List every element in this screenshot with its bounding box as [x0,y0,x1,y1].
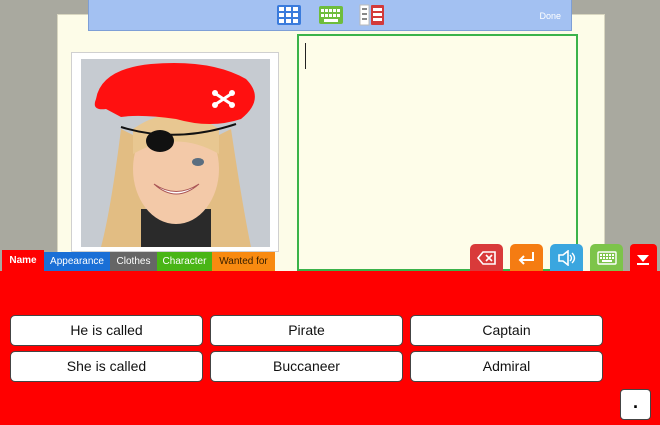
keyboard-button[interactable] [590,244,623,273]
tab-label: Name [9,255,37,266]
top-toolbar: Done [88,0,572,31]
word-button-buccaneer[interactable]: Buccaneer [210,351,403,382]
word-button-pirate[interactable]: Pirate [210,315,403,346]
tab-label: Clothes [116,256,151,267]
word-button-admiral[interactable]: Admiral [410,351,603,382]
tab-name[interactable]: Name [2,250,44,272]
tab-clothes[interactable]: Clothes [110,252,157,272]
word-button-she-is-called[interactable]: She is called [10,351,203,382]
collapse-button[interactable] [630,244,657,273]
backspace-button[interactable] [470,244,503,273]
tab-character[interactable]: Character [157,252,212,272]
grid-icon[interactable] [276,4,302,26]
word-button-captain[interactable]: Captain [410,315,603,346]
speak-button[interactable] [550,244,583,273]
speak-icon [558,250,576,266]
full-stop-button[interactable]: . [620,389,651,420]
collapse-icon [637,255,649,265]
enter-icon [518,252,534,265]
word-button-he-is-called[interactable]: He is called [10,315,203,346]
tab-label: Character [162,256,207,267]
keyboard-icon[interactable] [318,4,344,26]
done-button[interactable]: Done [539,11,561,21]
keyboard-icon [597,251,617,265]
tab-appearance[interactable]: Appearance [44,252,110,272]
photo-frame [71,52,279,252]
writing-area[interactable] [297,34,578,271]
pirate-girl-photo [81,59,270,247]
text-caret [305,43,306,69]
backspace-icon [477,251,496,265]
word-panel [0,271,660,425]
enter-button[interactable] [510,244,543,273]
list-icon[interactable] [359,4,385,26]
tab-label: Appearance [50,256,104,267]
tab-label: Wanted for [219,256,268,267]
tab-wanted-for[interactable]: Wanted for [212,252,275,272]
